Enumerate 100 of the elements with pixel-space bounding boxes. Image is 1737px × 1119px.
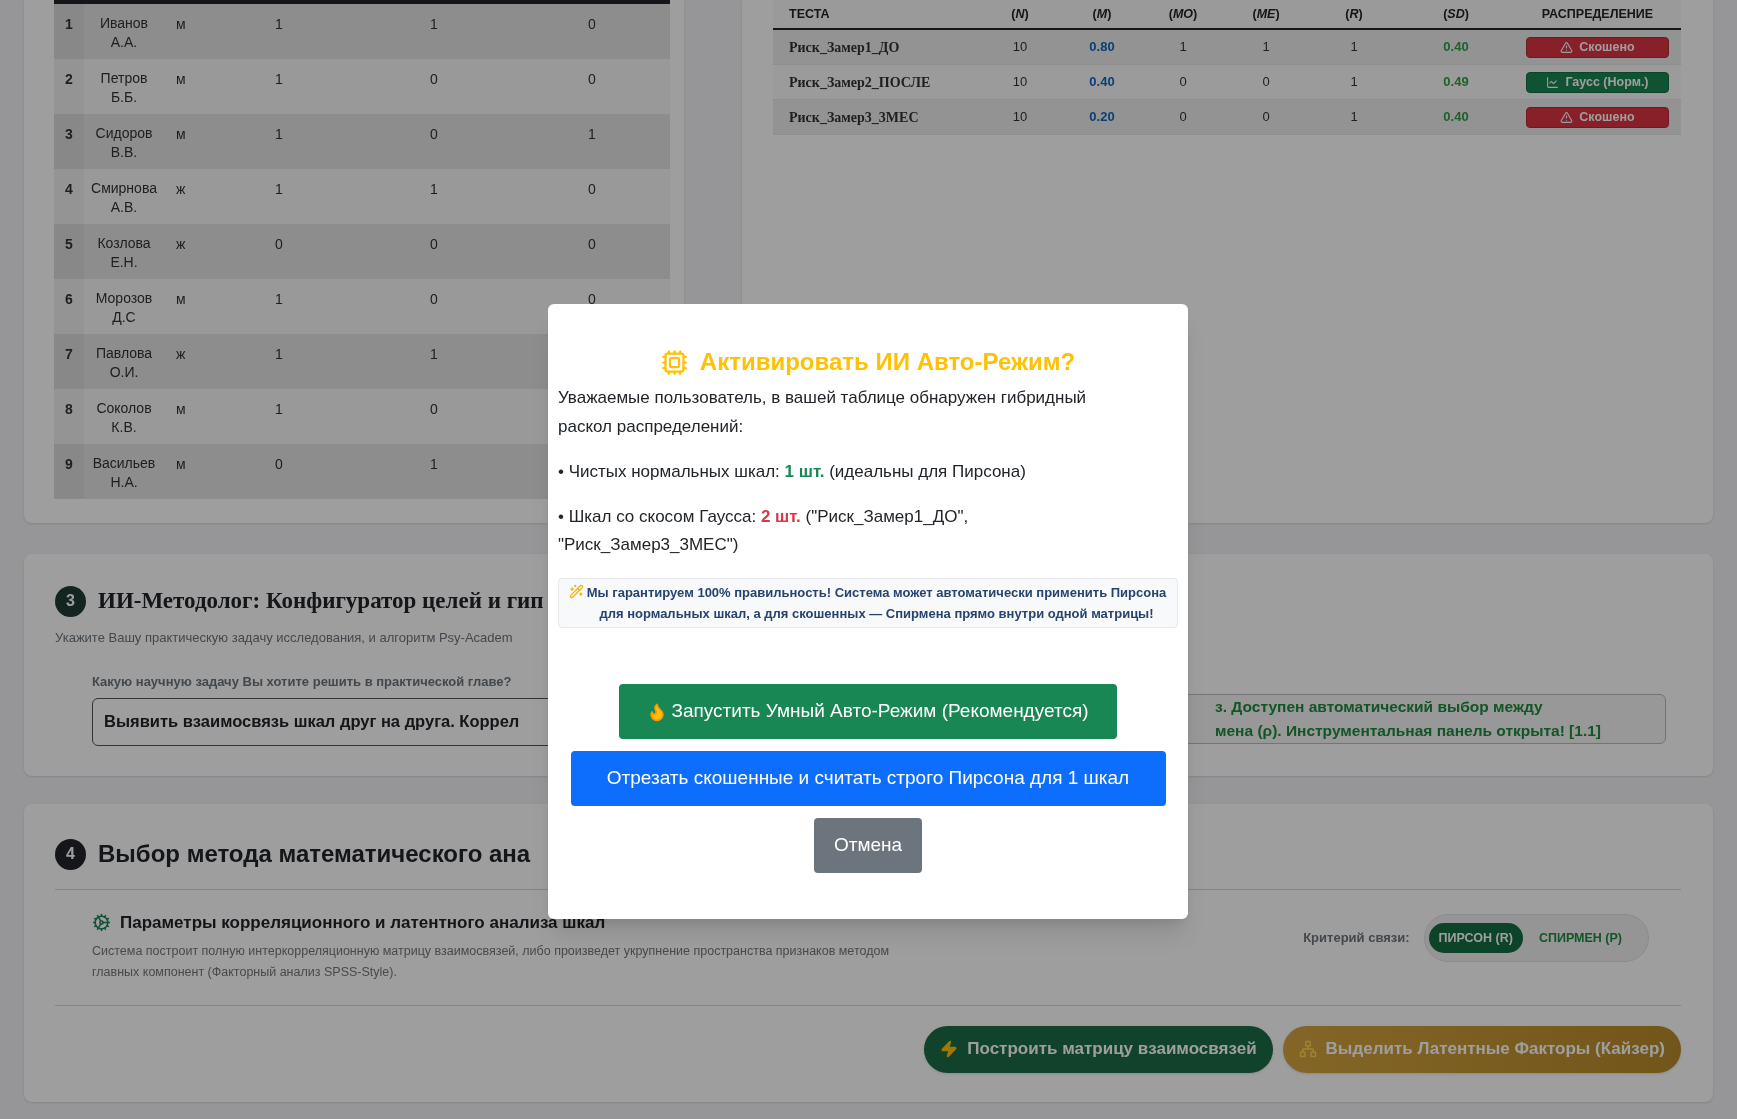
notice-text: мена (ρ). Инструментальная панель открыта! [1.1] bbox=[1215, 721, 1601, 741]
table-cell-text: 0 bbox=[430, 125, 438, 144]
row-number: 8 bbox=[65, 400, 73, 419]
section-subtitle: Укажите Вашу практическую задачу исследования, и алгоритм Psy-Academ bbox=[55, 628, 513, 647]
table-cell-text: 1 bbox=[275, 345, 283, 364]
table-cell-text: Соколов К.В. bbox=[95, 399, 153, 437]
table-cell: ж bbox=[176, 346, 186, 362]
table-cell-text: 0 bbox=[588, 290, 596, 309]
notice-text: з. Доступен автоматический выбор между bbox=[1215, 697, 1543, 717]
line-chart-icon bbox=[1546, 75, 1560, 89]
table-cell-text: 1 bbox=[275, 180, 283, 199]
table-cell-text: 1 bbox=[1350, 38, 1358, 57]
table-cell-text: 1 bbox=[275, 15, 283, 34]
distribution-badge: Гаусс (Норм.) bbox=[1526, 71, 1669, 93]
column-header: (ME) bbox=[1252, 5, 1280, 23]
dialog-button[interactable]: Запустить Умный Авто-Режим (Рекомендуется) bbox=[619, 684, 1117, 739]
column-header: (R) bbox=[1345, 5, 1363, 23]
table-cell-text: 0.40 bbox=[1443, 108, 1469, 127]
table-cell-text: 1 bbox=[275, 125, 283, 144]
table-cell-text: 1 bbox=[430, 15, 438, 34]
table-cell-text: Васильев Н.А. bbox=[91, 454, 157, 492]
test-name: Риск_Замер3_3МЕС bbox=[789, 108, 919, 127]
dialog-button[interactable]: Отрезать скошенные и считать строго Пирсона для 1 шкал bbox=[570, 751, 1166, 806]
table-cell-text: 0 bbox=[430, 290, 438, 309]
row-number: 3 bbox=[65, 125, 73, 144]
table-cell-text: Иванов А.А. bbox=[98, 14, 150, 52]
table-cell-text: 1 bbox=[430, 455, 438, 474]
test-name: Риск_Замер2_ПОСЛЕ bbox=[789, 73, 931, 92]
row-number: 5 bbox=[65, 235, 73, 254]
table-cell-text: Козлова Е.Н. bbox=[96, 234, 152, 272]
table-cell-text: 0.20 bbox=[1089, 108, 1115, 127]
table-cell-text: 0 bbox=[1179, 108, 1187, 127]
warning-icon bbox=[1560, 110, 1574, 124]
table-cell-text: Сидоров В.В. bbox=[94, 124, 154, 162]
table-cell-text: 0 bbox=[430, 400, 438, 419]
magic-wand-icon bbox=[569, 584, 584, 599]
table-cell: м bbox=[176, 401, 186, 417]
table-cell-text: 0 bbox=[275, 235, 283, 254]
column-header: (M) bbox=[1092, 5, 1112, 23]
table-cell: ж bbox=[176, 181, 186, 197]
table-cell-text: 1 bbox=[430, 180, 438, 199]
row-number: 7 bbox=[65, 345, 73, 364]
hierarchy-icon bbox=[1298, 1040, 1317, 1058]
table-cell-text: 1 bbox=[1350, 73, 1358, 92]
column-header: ТЕСТА bbox=[789, 5, 830, 23]
table-cell-text: 0 bbox=[588, 15, 596, 34]
column-header: (SD) bbox=[1443, 5, 1469, 23]
section-title: Выбор метода математического ана bbox=[98, 839, 531, 869]
table-cell: м bbox=[176, 291, 186, 307]
table-cell-text: 10 bbox=[1012, 108, 1028, 127]
table-cell-text: 1 bbox=[588, 125, 596, 144]
table-cell-text: 0 bbox=[588, 235, 596, 254]
table-cell-text: 1 bbox=[1350, 108, 1358, 127]
table-cell-text: 10 bbox=[1012, 73, 1028, 92]
table-cell: м bbox=[176, 456, 186, 472]
table-cell-text: Павлова О.И. bbox=[94, 344, 154, 382]
table-cell-text: 0.40 bbox=[1089, 73, 1115, 92]
params-description: Система построит полную интеркорреляционную матрицу взаимосвязей, либо произведет укрупнение пространства признаков методом главных компонент (Факторный анализ SPSS-Style). bbox=[92, 942, 890, 981]
row-number: 6 bbox=[65, 290, 73, 309]
table-cell: м bbox=[176, 126, 186, 142]
table-cell-text: Смирнова А.В. bbox=[90, 179, 158, 217]
table-cell-text: 0.80 bbox=[1089, 38, 1115, 57]
table-cell: м bbox=[176, 71, 186, 87]
action-button[interactable]: Построить матрицу взаимосвязей bbox=[924, 1025, 1273, 1073]
chip-icon bbox=[660, 348, 688, 376]
table-cell-text: 0 bbox=[1179, 73, 1187, 92]
distribution-badge: Скошено bbox=[1526, 106, 1669, 128]
dialog-title: Активировать ИИ Авто-Режим? bbox=[699, 347, 1076, 377]
table-cell-text: 0 bbox=[1262, 108, 1270, 127]
table-cell: м bbox=[176, 16, 186, 32]
table-cell-text: 1 bbox=[275, 400, 283, 419]
dialog-bullet: • Чистых нормальных шкал: 1 шт. (идеальны для Пирсона) bbox=[558, 461, 1027, 483]
table-cell-text: 0 bbox=[430, 235, 438, 254]
column-header: (MO) bbox=[1168, 5, 1198, 23]
dialog-button[interactable]: Отмена bbox=[813, 818, 923, 873]
table-cell-text: 0 bbox=[1262, 73, 1270, 92]
column-header: РАСПРЕДЕЛЕНИЕ bbox=[1541, 5, 1654, 23]
table-cell-text: Морозов Д.С bbox=[94, 289, 154, 327]
table-cell-text: 1 bbox=[430, 345, 438, 364]
dialog-intro: Уважаемые пользователь, в вашей таблице обнаружен гибридный раскол распределений: bbox=[558, 387, 1088, 438]
row-number: 9 bbox=[65, 455, 73, 474]
table-cell-text: 0 bbox=[430, 70, 438, 89]
table-cell-text: Петров Б.Б. bbox=[99, 69, 149, 107]
criterion-label: Критерий связи: bbox=[1303, 929, 1410, 948]
table-cell-text: 0 bbox=[588, 70, 596, 89]
table-cell-text: 0 bbox=[275, 455, 283, 474]
table-cell: ж bbox=[176, 236, 186, 252]
table-cell-text: 0.49 bbox=[1443, 73, 1469, 92]
action-button[interactable]: Выделить Латентные Факторы (Кайзер) bbox=[1282, 1025, 1681, 1073]
gear-icon bbox=[92, 913, 111, 933]
lightning-icon bbox=[940, 1040, 959, 1058]
section-title: ИИ-Методолог: Конфигуратор целей и гип bbox=[98, 587, 544, 615]
table-cell-text: 1 bbox=[275, 290, 283, 309]
row-number: 4 bbox=[65, 180, 73, 199]
test-name: Риск_Замер1_ДО bbox=[789, 38, 900, 57]
table-cell-text: 1 bbox=[275, 70, 283, 89]
step-number: 3 bbox=[55, 585, 86, 617]
criterion-option[interactable]: СПИРМЕН (Р) bbox=[1528, 923, 1632, 953]
table-cell-text: 0 bbox=[588, 180, 596, 199]
criterion-option[interactable]: ПИРСОН (R) bbox=[1428, 923, 1523, 953]
